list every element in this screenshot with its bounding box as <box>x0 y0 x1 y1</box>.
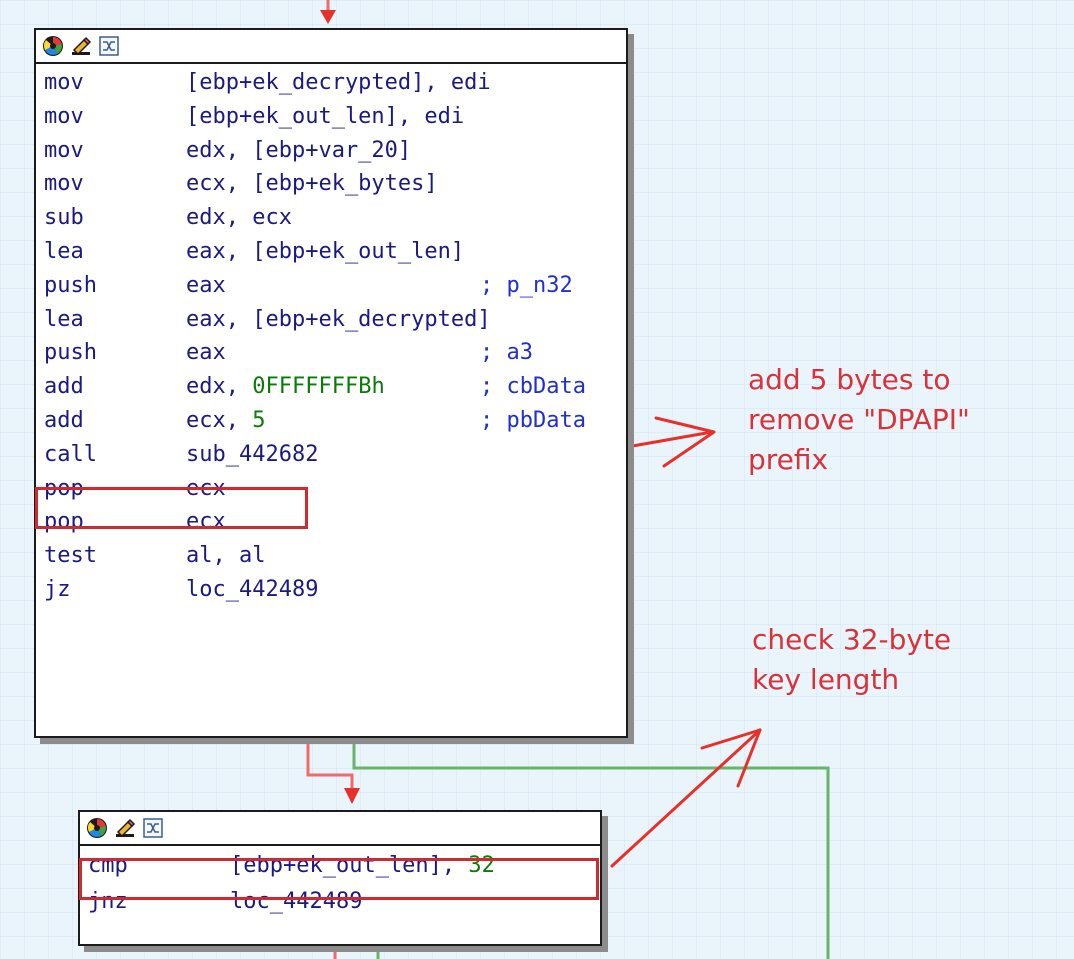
operand-text[interactable]: edx, <box>186 374 252 399</box>
instruction-operand[interactable]: edx, 0FFFFFFFBh <box>186 370 385 404</box>
instruction-row[interactable]: push eax ; a3 <box>36 336 626 370</box>
incoming-arrowhead <box>320 10 336 24</box>
instruction-row[interactable]: test al, al <box>36 539 626 573</box>
pencil-icon[interactable] <box>70 35 92 57</box>
instruction-row[interactable]: add ecx, 5 ; pbData <box>36 404 626 438</box>
highlight-box-cmp <box>79 858 599 900</box>
instruction-operand[interactable]: eax <box>186 269 226 303</box>
instruction-row[interactable]: jz loc_442489 <box>36 573 626 607</box>
instruction-operand[interactable]: al, al <box>186 539 265 573</box>
instruction-mnemonic[interactable]: mov <box>44 100 84 134</box>
instruction-operand[interactable]: loc_442489 <box>186 573 318 607</box>
instruction-mnemonic[interactable]: mov <box>44 167 84 201</box>
instruction-operand[interactable]: eax <box>186 336 226 370</box>
instruction-row[interactable]: call sub_442682 <box>36 438 626 472</box>
annotation-key-length: check 32-byte key length <box>752 623 952 696</box>
instruction-mnemonic[interactable]: mov <box>44 66 84 100</box>
instruction-row[interactable]: mov [ebp+ek_out_len], edi <box>36 100 626 134</box>
block-header <box>80 812 600 846</box>
false-branch-arrowhead <box>344 788 360 804</box>
false-branch-edge <box>306 736 354 790</box>
color-wheel-icon[interactable] <box>42 35 64 57</box>
instruction-comment: ; cbData <box>480 374 586 400</box>
instruction-operand[interactable]: [ebp+ek_out_len], edi <box>186 100 464 134</box>
highlight-box-add-ecx <box>35 487 308 529</box>
instruction-comment: ; pbData <box>480 407 586 433</box>
instruction-row[interactable]: add edx, 0FFFFFFFBh ; cbData <box>36 370 626 404</box>
instruction-mnemonic[interactable]: add <box>44 370 84 404</box>
color-wheel-icon[interactable] <box>86 817 108 839</box>
instruction-row[interactable]: mov [ebp+ek_decrypted], edi <box>36 66 626 100</box>
instruction-row[interactable]: lea eax, [ebp+ek_out_len] <box>36 235 626 269</box>
instruction-row[interactable]: mov edx, [ebp+var_20] <box>36 134 626 168</box>
pencil-icon[interactable] <box>114 817 136 839</box>
instruction-mnemonic[interactable]: mov <box>44 134 84 168</box>
graph-overview-icon[interactable] <box>142 817 164 839</box>
annotation-arrowhead-1 <box>654 416 716 468</box>
instruction-comment: ; a3 <box>480 340 533 366</box>
instruction-operand[interactable]: edx, ecx <box>186 201 292 235</box>
instruction-mnemonic[interactable]: push <box>44 336 97 370</box>
instruction-operand[interactable]: sub_442682 <box>186 438 318 472</box>
instruction-operand[interactable]: eax, [ebp+ek_decrypted] <box>186 303 491 337</box>
instruction-mnemonic[interactable]: jz <box>44 573 71 607</box>
instruction-row[interactable]: mov ecx, [ebp+ek_bytes] <box>36 167 626 201</box>
code-block-1[interactable]: mov [ebp+ek_decrypted], edi mov [ebp+ek_out… <box>34 28 628 738</box>
instruction-operand[interactable]: ecx, 5 <box>186 404 265 438</box>
annotation-arrow-2 <box>610 728 762 868</box>
instruction-mnemonic[interactable]: lea <box>44 235 84 269</box>
instruction-operand[interactable]: edx, [ebp+var_20] <box>186 134 411 168</box>
instruction-mnemonic[interactable]: sub <box>44 201 84 235</box>
instruction-comment: ; p_n32 <box>480 272 573 298</box>
instruction-mnemonic[interactable]: test <box>44 539 97 573</box>
instruction-mnemonic[interactable]: add <box>44 404 84 438</box>
instruction-mnemonic[interactable]: call <box>44 438 97 472</box>
instruction-row[interactable]: push eax ; p_n32 <box>36 269 626 303</box>
instruction-mnemonic[interactable]: lea <box>44 303 84 337</box>
annotation-remove-prefix: add 5 bytes to remove "DPAPI" prefix <box>748 363 970 476</box>
instruction-row[interactable]: sub edx, ecx <box>36 201 626 235</box>
operand-immediate[interactable]: 0FFFFFFFBh <box>252 374 384 399</box>
instruction-mnemonic[interactable]: push <box>44 269 97 303</box>
instruction-operand[interactable]: ecx, [ebp+ek_bytes] <box>186 167 438 201</box>
graph-overview-icon[interactable] <box>98 35 120 57</box>
operand-immediate[interactable]: 5 <box>252 408 265 433</box>
block-header <box>36 30 626 64</box>
instruction-operand[interactable]: eax, [ebp+ek_out_len] <box>186 235 464 269</box>
instruction-operand[interactable]: [ebp+ek_decrypted], edi <box>186 66 491 100</box>
instruction-row[interactable]: lea eax, [ebp+ek_decrypted] <box>36 303 626 337</box>
operand-text[interactable]: ecx, <box>186 408 252 433</box>
